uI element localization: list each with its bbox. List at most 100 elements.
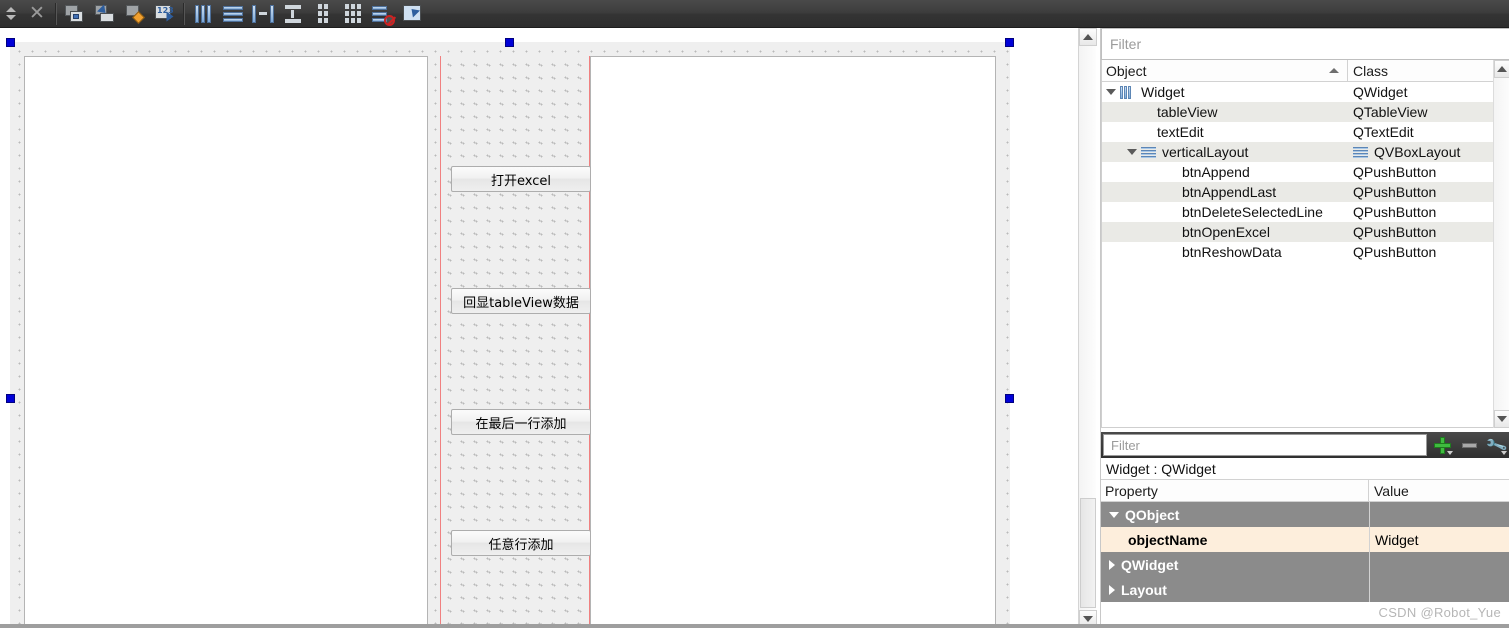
property-group-row-qwidget[interactable]: QWidget (1101, 552, 1509, 577)
property-editor: 🔧 Widget : QWidget Property Value QObjec (1101, 432, 1509, 628)
property-value-cell[interactable]: Widget (1369, 527, 1509, 552)
tree-row[interactable]: btnReshowData QPushButton (1102, 242, 1509, 262)
selection-handle-top-center[interactable] (505, 38, 514, 47)
layout-splitter-vertical-icon[interactable] (278, 1, 308, 27)
property-column-name-label: Property (1105, 482, 1158, 499)
edit-widgets-icon[interactable] (60, 1, 90, 27)
break-layout-icon[interactable] (368, 1, 398, 27)
bottom-edge-strip (0, 624, 1509, 628)
tree-cell-class: QTextEdit (1348, 122, 1509, 142)
tree-column-object-label: Object (1106, 62, 1147, 79)
tree-scroll-down-arrow-icon[interactable] (1494, 410, 1509, 428)
selection-handle-top-right[interactable] (1005, 38, 1014, 47)
minus-icon (1462, 442, 1477, 448)
property-name-label: objectName (1128, 531, 1208, 548)
tree-object-label: btnOpenExcel (1182, 224, 1270, 240)
tree-cell-object: Widget (1102, 82, 1348, 102)
tree-object-label: tableView (1157, 104, 1218, 120)
property-group-value-cell (1369, 552, 1509, 577)
canvas-button-append[interactable]: 任意行添加 (451, 530, 591, 556)
form-editor-canvas[interactable]: 打开excel 回显tableView数据 在最后一行添加 任意行添加 (0, 28, 1078, 628)
tree-row[interactable]: Widget QWidget (1102, 82, 1509, 102)
property-filter-input[interactable] (1109, 436, 1421, 454)
tree-column-object[interactable]: Object (1102, 60, 1348, 81)
tree-column-class-label: Class (1353, 62, 1389, 79)
tree-row[interactable]: btnDeleteSelectedLine QPushButton (1102, 202, 1509, 222)
tree-row[interactable]: btnAppendLast QPushButton (1102, 182, 1509, 202)
tree-class-label: QTableView (1353, 104, 1428, 120)
textedit-widget[interactable] (590, 56, 996, 628)
property-column-value[interactable]: Value (1369, 480, 1509, 501)
canvas-vertical-scrollbar[interactable] (1078, 28, 1097, 628)
edit-signals-slots-icon[interactable] (90, 1, 120, 27)
property-group-value-cell (1369, 502, 1509, 527)
edit-tab-order-icon[interactable]: 123 (150, 1, 180, 27)
tree-cell-class: QPushButton (1348, 222, 1509, 242)
canvas-button-append-last[interactable]: 在最后一行添加 (451, 409, 591, 435)
layout-grid-icon[interactable] (338, 1, 368, 27)
tree-column-class[interactable]: Class (1348, 60, 1509, 81)
tree-row[interactable]: textEdit QTextEdit (1102, 122, 1509, 142)
spin-updown-icon[interactable] (0, 1, 22, 27)
tableview-widget[interactable] (24, 56, 428, 628)
selection-handle-top-left[interactable] (6, 38, 15, 47)
tree-object-label: btnAppend (1182, 164, 1250, 180)
layout-vertically-icon[interactable] (218, 1, 248, 27)
property-group-name-cell: QObject (1101, 502, 1369, 527)
expand-collapse-icon[interactable] (1127, 149, 1137, 155)
selection-handle-middle-right[interactable] (1005, 394, 1014, 403)
object-tree-scrollbar[interactable] (1493, 60, 1509, 428)
layout-horizontally-icon[interactable] (188, 1, 218, 27)
add-property-caret-icon (1447, 451, 1453, 455)
adjust-size-icon[interactable] (398, 1, 428, 27)
tree-cell-object: btnReshowData (1102, 242, 1348, 262)
edit-buddies-icon[interactable] (120, 1, 150, 27)
tree-class-label: QVBoxLayout (1374, 144, 1461, 160)
tree-cell-class: QPushButton (1348, 202, 1509, 222)
remove-property-button[interactable] (1456, 432, 1483, 458)
tree-cell-class: QPushButton (1348, 162, 1509, 182)
tree-cell-class: QPushButton (1348, 182, 1509, 202)
expand-collapse-icon[interactable] (1109, 559, 1115, 570)
tree-cell-object: btnAppend (1102, 162, 1348, 182)
expand-collapse-icon[interactable] (1106, 89, 1116, 95)
layout-icon (1353, 146, 1368, 159)
tree-class-label: QTextEdit (1353, 124, 1414, 140)
tree-cell-object: tableView (1102, 102, 1348, 122)
vertical-layout-container[interactable]: 打开excel 回显tableView数据 在最后一行添加 任意行添加 (440, 56, 591, 628)
tree-row[interactable]: btnAppend QPushButton (1102, 162, 1509, 182)
layout-splitter-horizontal-icon[interactable] (248, 1, 278, 27)
tree-row[interactable]: btnOpenExcel QPushButton (1102, 222, 1509, 242)
property-value-label: Widget (1375, 531, 1419, 548)
tree-row[interactable]: tableView QTableView (1102, 102, 1509, 122)
property-column-name[interactable]: Property (1101, 480, 1369, 501)
add-property-button[interactable] (1429, 432, 1456, 458)
canvas-button-open-excel[interactable]: 打开excel (451, 166, 591, 192)
close-icon[interactable]: ✕ (22, 1, 52, 27)
scroll-up-arrow-icon[interactable] (1079, 28, 1097, 46)
canvas-button-reshow-data[interactable]: 回显tableView数据 (451, 288, 591, 314)
object-filter-input[interactable] (1108, 35, 1503, 53)
layout-form-icon[interactable] (308, 1, 338, 27)
property-editor-title-label: Widget : QWidget (1106, 460, 1216, 477)
property-header-row: Property Value (1101, 480, 1509, 502)
selection-handle-middle-left[interactable] (6, 394, 15, 403)
expand-collapse-icon[interactable] (1109, 584, 1115, 595)
property-group-row-layout[interactable]: Layout (1101, 577, 1509, 602)
canvas-scrollbar-thumb[interactable] (1080, 498, 1096, 608)
tree-class-label: QPushButton (1353, 164, 1437, 180)
property-group-label: QWidget (1121, 556, 1179, 573)
object-inspector-filter[interactable] (1101, 28, 1509, 60)
configure-property-button[interactable]: 🔧 (1483, 432, 1509, 458)
form-widget[interactable]: 打开excel 回显tableView数据 在最后一行添加 任意行添加 (10, 42, 1010, 628)
object-inspector-tree[interactable]: Object Class Widget QWidget tableView QT… (1101, 60, 1509, 428)
tree-row[interactable]: verticalLayout QVBoxLayout (1102, 142, 1509, 162)
tree-cell-object: verticalLayout (1102, 142, 1348, 162)
expand-collapse-icon[interactable] (1109, 511, 1119, 518)
property-group-row-qobject[interactable]: QObject (1101, 502, 1509, 527)
tree-scroll-up-arrow-icon[interactable] (1494, 60, 1509, 78)
tree-cell-class: QTableView (1348, 102, 1509, 122)
property-row-objectname[interactable]: objectName Widget (1101, 527, 1509, 552)
tree-class-label: QPushButton (1353, 224, 1437, 240)
property-filter-box[interactable] (1103, 434, 1427, 456)
